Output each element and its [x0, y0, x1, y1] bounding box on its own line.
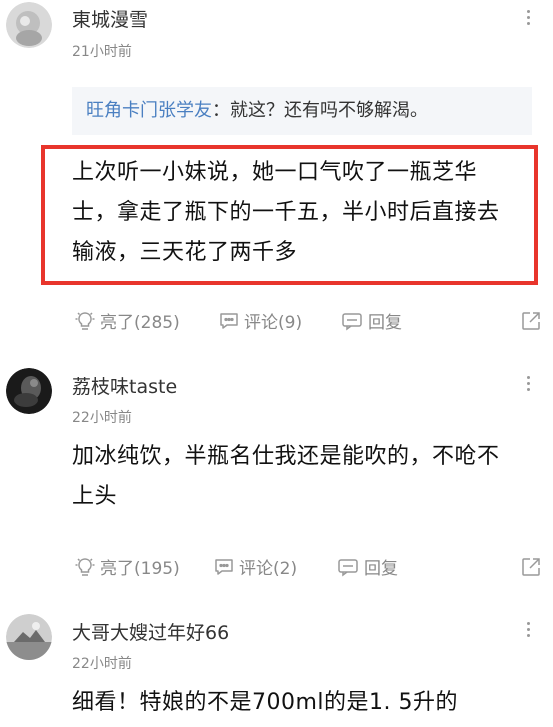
avatar[interactable] [6, 614, 52, 660]
avatar[interactable] [6, 2, 52, 48]
share-icon[interactable] [520, 310, 542, 336]
more-icon[interactable] [525, 376, 531, 391]
comment-icon [220, 312, 238, 329]
more-icon[interactable] [525, 10, 531, 25]
reply-label: 回复 [364, 559, 398, 579]
reply-button[interactable]: 回复 [336, 554, 398, 579]
comment-icon [215, 558, 233, 575]
like-button[interactable]: 亮了(195) [74, 554, 180, 579]
quoted-reply[interactable]: 旺角卡门张学友：就这？还有吗不够解渴。 [72, 87, 532, 135]
comment-label: 评论(2) [239, 559, 298, 579]
like-label: 亮了(195) [100, 559, 180, 579]
reply-icon [338, 558, 358, 576]
comment-actions: 亮了(285) 评论(9) 回复 [72, 308, 542, 338]
reply-label: 回复 [368, 313, 402, 333]
lightbulb-icon [75, 311, 95, 330]
username[interactable]: 大哥大嫂过年好66 [72, 618, 229, 645]
quoted-username[interactable]: 旺角卡门张学友 [86, 100, 212, 121]
comment-button[interactable]: 评论(9) [218, 308, 302, 333]
username[interactable]: 荔枝味taste [72, 372, 177, 399]
timestamp: 22小时前 [72, 410, 132, 426]
avatar[interactable] [6, 368, 52, 414]
highlight-box [41, 145, 538, 285]
comment-label: 评论(9) [244, 313, 303, 333]
timestamp: 22小时前 [72, 656, 132, 672]
comment-button[interactable]: 评论(2) [213, 554, 297, 579]
comment-line: 加冰纯饮，半瓶名仕我还是能吹的，不呛不 [72, 444, 500, 469]
comment-line: 上头 [72, 484, 118, 509]
comment-actions: 亮了(195) 评论(2) 回复 [72, 554, 542, 584]
comment-body: 细看！特娘的不是700ml的是1. 5升的 [72, 683, 532, 723]
comment-line: 细看！特娘的不是700ml的是1. 5升的 [72, 690, 459, 715]
like-label: 亮了(285) [100, 313, 180, 333]
reply-icon [342, 312, 362, 330]
timestamp: 21小时前 [72, 44, 132, 60]
username[interactable]: 東城漫雪 [72, 5, 148, 32]
comment-body: 加冰纯饮，半瓶名仕我还是能吹的，不呛不 上头 [72, 437, 532, 517]
like-button[interactable]: 亮了(285) [74, 308, 180, 333]
reply-button[interactable]: 回复 [340, 308, 402, 333]
more-icon[interactable] [525, 622, 531, 637]
share-icon[interactable] [520, 556, 542, 582]
quoted-text: ：就这？还有吗不够解渴。 [212, 100, 428, 121]
lightbulb-icon [75, 557, 95, 576]
